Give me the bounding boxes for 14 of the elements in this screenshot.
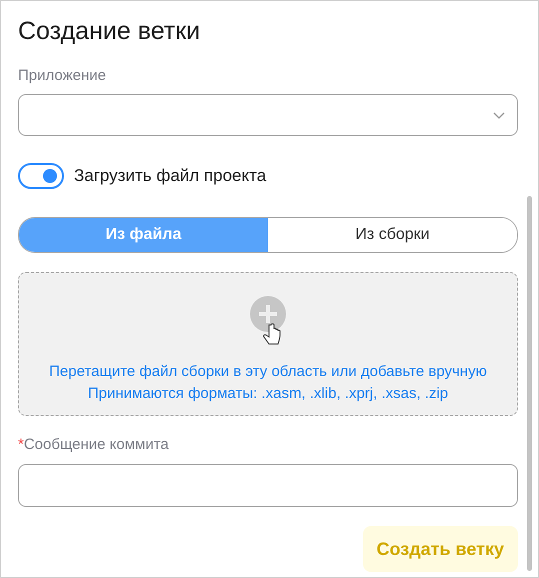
toggle-label: Загрузить файл проекта [74, 166, 266, 186]
dropzone-hint: Перетащите файл сборки в эту область или добавьте вручную [49, 362, 487, 382]
chevron-down-icon [493, 112, 505, 118]
toggle-switch[interactable] [18, 163, 64, 189]
dropzone-hint: Принимаются форматы: .xasm, .xlib, .xprj, .xsas, .zip [88, 384, 448, 404]
application-dropdown[interactable] [18, 94, 518, 136]
scrollbar[interactable] [527, 196, 532, 571]
file-dropzone[interactable]: Перетащите файл сборки в эту область или добавьте вручную Принимаются форматы: .xasm, .xlib, .xprj, .xsas, .zip [18, 272, 518, 416]
segment-tab[interactable]: Из файла [19, 218, 268, 252]
field-label: *Сообщение коммита [18, 436, 170, 454]
field-label: Приложение [18, 67, 107, 85]
dialog-title: Создание ветки [18, 16, 202, 47]
commit-message-field[interactable] [18, 464, 518, 507]
create-branch-button[interactable]: Создать ветку [362, 526, 518, 572]
